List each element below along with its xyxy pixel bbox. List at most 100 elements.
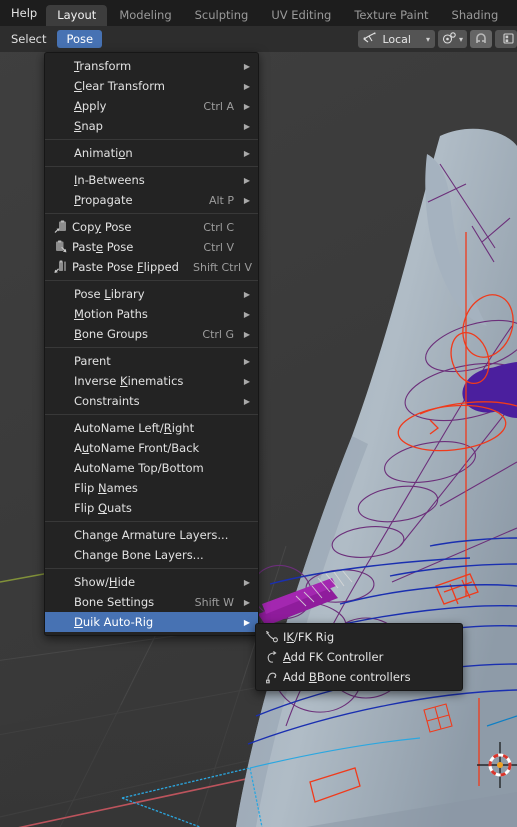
- transform-orientation-dropdown[interactable]: Local ▾: [358, 30, 435, 48]
- menu-item-duik-auto-rig[interactable]: Duik Auto-Rig ▶: [45, 612, 258, 632]
- menu-item-label: Paste Pose: [72, 240, 134, 254]
- menu-item-label: Flip Names: [74, 481, 138, 495]
- menu-item-motion-paths[interactable]: Motion Paths ▶: [45, 304, 258, 324]
- menu-separator: [45, 347, 258, 348]
- chevron-down-icon: ▾: [425, 34, 430, 44]
- topbar-menu-help[interactable]: Help: [0, 0, 46, 26]
- menu-item-paste-pose-flipped[interactable]: Paste Pose Flipped Shift Ctrl V ▶: [45, 257, 258, 277]
- menu-item-parent[interactable]: Parent ▶: [45, 351, 258, 371]
- menu-item-paste-pose[interactable]: Paste Pose Ctrl V ▶: [45, 237, 258, 257]
- submenu-arrow-icon: ▶: [243, 329, 250, 339]
- menu-item-label: Inverse Kinematics: [74, 374, 184, 388]
- menu-item-change-armature-layers[interactable]: Change Armature Layers... ▶: [45, 525, 258, 545]
- menu-item-label: Bone Groups: [74, 327, 148, 341]
- menu-item-label: Motion Paths: [74, 307, 148, 321]
- menu-item-label: Add BBone controllers: [283, 670, 411, 684]
- menu-item-shortcut: Alt P: [208, 193, 234, 207]
- submenu-arrow-icon: ▶: [243, 356, 250, 366]
- menu-item-shortcut: Shift W: [194, 595, 234, 609]
- ik-fk-rig-icon: [261, 629, 283, 645]
- menu-item-autoname-front-back[interactable]: AutoName Front/Back ▶: [45, 438, 258, 458]
- menu-item-label: Transform: [74, 59, 132, 73]
- submenu-arrow-icon: ▶: [243, 617, 250, 627]
- duik-auto-rig-submenu[interactable]: IK/FK Rig ▶ Add FK Controller ▶ Add B: [255, 623, 463, 691]
- workspace-tab-shading[interactable]: Shading: [441, 5, 510, 26]
- menu-item-shortcut: Ctrl V: [203, 240, 234, 254]
- menu-separator: [45, 280, 258, 281]
- magnet-icon: [474, 30, 488, 49]
- menu-item-snap[interactable]: Snap ▶: [45, 116, 258, 136]
- paste-pose-icon: [50, 239, 72, 255]
- viewport-menu-pose[interactable]: Pose: [57, 30, 103, 48]
- menu-item-copy-pose[interactable]: Copy Pose Ctrl C ▶: [45, 217, 258, 237]
- menu-item-animation[interactable]: Animation ▶: [45, 143, 258, 163]
- submenu-arrow-icon: ▶: [243, 81, 250, 91]
- menu-item-shortcut: Shift Ctrl V: [192, 260, 253, 274]
- menu-item-transform[interactable]: Transform ▶: [45, 56, 258, 76]
- snap-magnet-toggle[interactable]: [470, 30, 492, 48]
- menu-item-label: AutoName Left/Right: [74, 421, 195, 435]
- menu-separator: [45, 166, 258, 167]
- menu-item-flip-names[interactable]: Flip Names ▶: [45, 478, 258, 498]
- transform-orientation-value: Local: [382, 32, 411, 46]
- proportional-editing-toggle[interactable]: [495, 30, 517, 48]
- menu-item-bone-settings[interactable]: Bone Settings Shift W ▶: [45, 592, 258, 612]
- menu-item-label: Pose Library: [74, 287, 145, 301]
- menu-item-add-bbone-controllers[interactable]: Add BBone controllers ▶: [256, 667, 462, 687]
- menu-item-apply[interactable]: Apply Ctrl A ▶: [45, 96, 258, 116]
- submenu-arrow-icon: ▶: [243, 148, 250, 158]
- menu-item-shortcut: Ctrl C: [203, 220, 234, 234]
- paste-pose-flipped-icon: [50, 259, 72, 275]
- menu-item-label: IK/FK Rig: [283, 630, 335, 644]
- pose-dropdown-menu[interactable]: Transform ▶ Clear Transform ▶ Apply Ctrl…: [44, 52, 259, 636]
- menu-item-autoname-left-right[interactable]: AutoName Left/Right ▶: [45, 418, 258, 438]
- menu-item-label: Apply: [74, 99, 107, 113]
- submenu-arrow-icon: ▶: [243, 195, 250, 205]
- menu-item-label: Constraints: [74, 394, 140, 408]
- pivot-point-dropdown[interactable]: ▾: [437, 30, 467, 49]
- workspace-tab-texture-paint[interactable]: Texture Paint: [343, 5, 439, 26]
- submenu-arrow-icon: ▶: [243, 309, 250, 319]
- pivot-point-icon: [442, 30, 457, 49]
- menu-item-label: Duik Auto-Rig: [74, 615, 154, 629]
- menu-item-change-bone-layers[interactable]: Change Bone Layers... ▶: [45, 545, 258, 565]
- menu-separator: [45, 414, 258, 415]
- menu-item-flip-quats[interactable]: Flip Quats ▶: [45, 498, 258, 518]
- workspace-tab-uv-editing[interactable]: UV Editing: [260, 5, 342, 26]
- menu-item-pose-library[interactable]: Pose Library ▶: [45, 284, 258, 304]
- menu-item-clear-transform[interactable]: Clear Transform ▶: [45, 76, 258, 96]
- menu-item-inverse-kinematics[interactable]: Inverse Kinematics ▶: [45, 371, 258, 391]
- menu-item-label: AutoName Front/Back: [74, 441, 200, 455]
- menu-item-add-fk-controller[interactable]: Add FK Controller ▶: [256, 647, 462, 667]
- menu-item-label: Show/Hide: [74, 575, 136, 589]
- menu-item-label: Clear Transform: [74, 79, 165, 93]
- menu-item-label: AutoName Top/Bottom: [74, 461, 204, 475]
- menu-item-ik-fk-rig[interactable]: IK/FK Rig ▶: [256, 627, 462, 647]
- add-bbone-controllers-icon: [261, 669, 283, 685]
- orientation-icon: [363, 31, 377, 47]
- workspace-tab-layout[interactable]: Layout: [46, 5, 108, 26]
- menu-item-show-hide[interactable]: Show/Hide ▶: [45, 572, 258, 592]
- menu-separator: [45, 139, 258, 140]
- submenu-arrow-icon: ▶: [243, 376, 250, 386]
- add-fk-controller-icon: [261, 649, 283, 665]
- workspace-tab-sculpting[interactable]: Sculpting: [184, 5, 260, 26]
- menu-item-label: Parent: [74, 354, 111, 368]
- menu-item-label: Flip Quats: [74, 501, 132, 515]
- topbar: Help Layout Modeling Sculpting UV Editin…: [0, 0, 517, 26]
- menu-item-bone-groups[interactable]: Bone Groups Ctrl G ▶: [45, 324, 258, 344]
- menu-item-label: Change Bone Layers...: [74, 548, 204, 562]
- submenu-arrow-icon: ▶: [243, 289, 250, 299]
- viewport-menu-select[interactable]: Select: [2, 30, 55, 48]
- workspace-tab-animation[interactable]: Animation: [510, 5, 517, 26]
- menu-item-in-betweens[interactable]: In-Betweens ▶: [45, 170, 258, 190]
- menu-separator: [45, 521, 258, 522]
- menu-item-label: In-Betweens: [74, 173, 145, 187]
- submenu-arrow-icon: ▶: [243, 396, 250, 406]
- proportional-edit-icon: [499, 30, 514, 49]
- menu-item-propagate[interactable]: Propagate Alt P ▶: [45, 190, 258, 210]
- workspace-tab-modeling[interactable]: Modeling: [108, 5, 182, 26]
- menu-item-constraints[interactable]: Constraints ▶: [45, 391, 258, 411]
- menu-item-label: Change Armature Layers...: [74, 528, 229, 542]
- menu-item-autoname-top-bottom[interactable]: AutoName Top/Bottom ▶: [45, 458, 258, 478]
